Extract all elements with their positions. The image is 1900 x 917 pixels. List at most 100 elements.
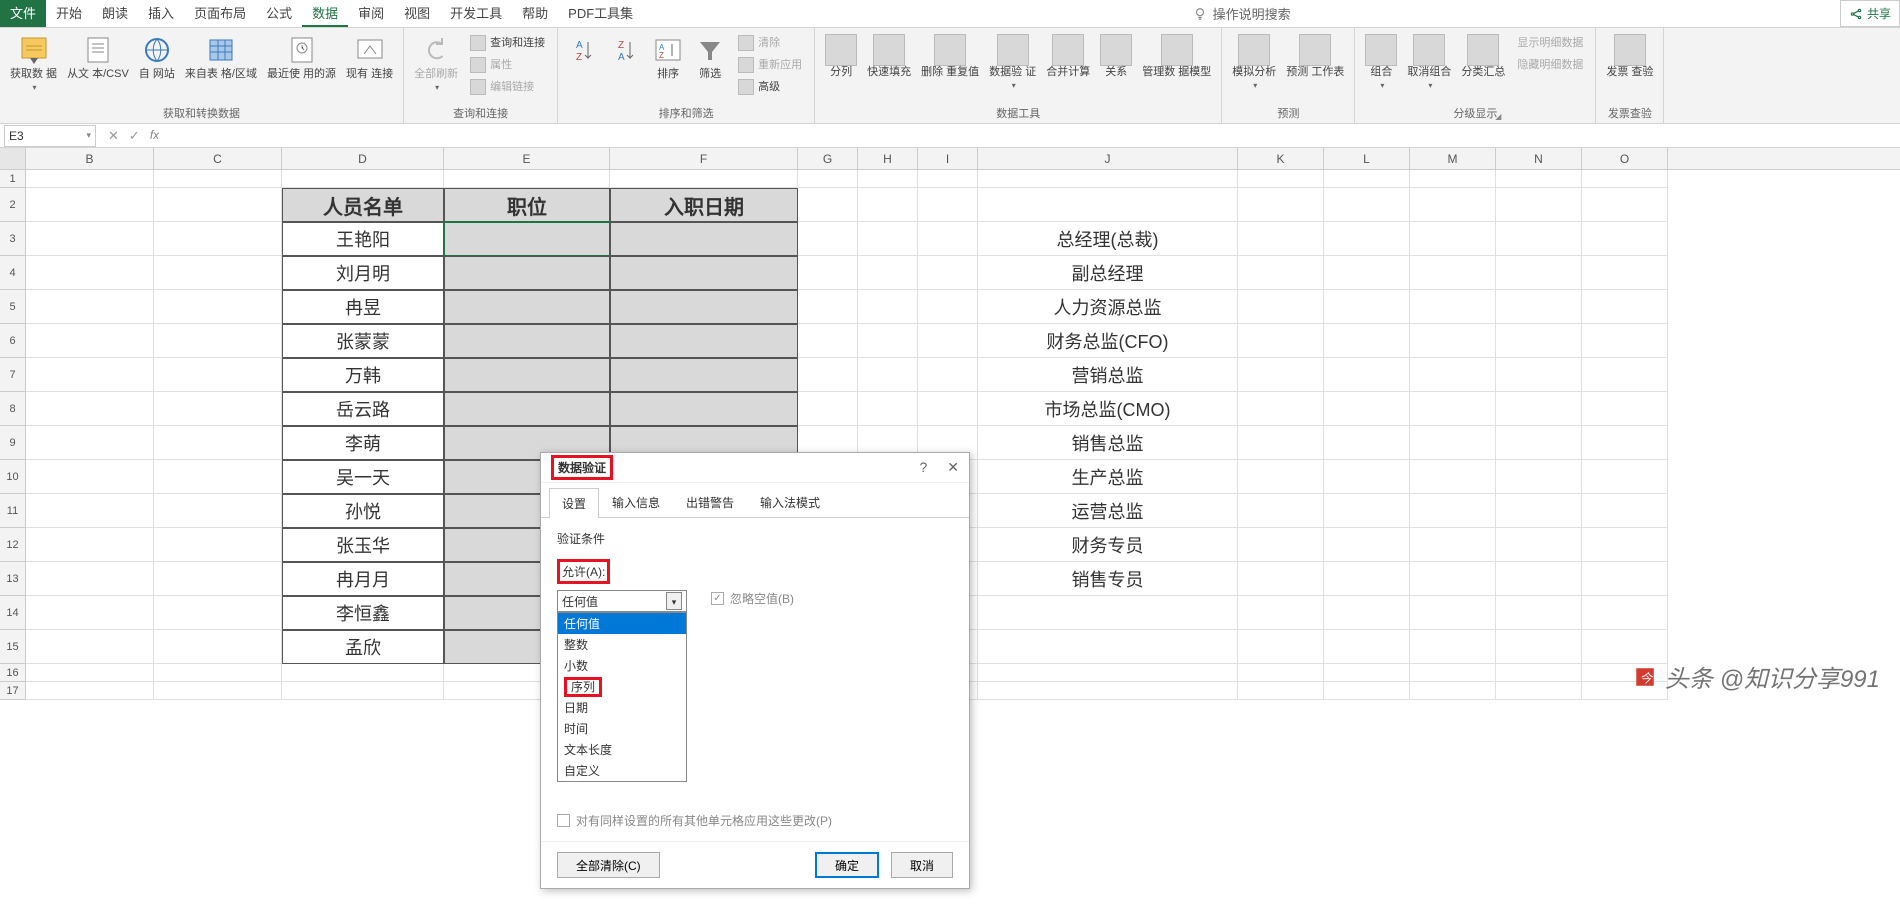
cell[interactable] <box>1496 324 1582 358</box>
cell[interactable] <box>610 392 798 426</box>
cell[interactable] <box>154 324 282 358</box>
from-web-btn[interactable]: 自 网站 <box>135 32 179 83</box>
cell[interactable] <box>444 222 610 256</box>
clear-all-button[interactable]: 全部清除(C) <box>557 852 660 878</box>
cell[interactable]: 生产总监 <box>978 460 1238 494</box>
cell[interactable] <box>1582 562 1668 596</box>
cell[interactable] <box>1324 358 1410 392</box>
opt-custom[interactable]: 自定义 <box>558 760 686 781</box>
cell[interactable] <box>1324 392 1410 426</box>
cell[interactable] <box>1324 682 1410 700</box>
row-header[interactable]: 13 <box>0 562 26 596</box>
cell[interactable]: 吴一天 <box>282 460 444 494</box>
cell[interactable] <box>1324 562 1410 596</box>
from-csv-btn[interactable]: 从文 本/CSV <box>63 32 133 83</box>
row-header[interactable]: 14 <box>0 596 26 630</box>
cell[interactable] <box>798 324 858 358</box>
cell[interactable] <box>282 664 444 682</box>
cancel-button[interactable]: 取消 <box>891 852 953 878</box>
cell[interactable] <box>1496 256 1582 290</box>
cell[interactable] <box>26 528 154 562</box>
cell[interactable] <box>1582 426 1668 460</box>
cell[interactable] <box>1238 664 1324 682</box>
cell[interactable] <box>978 596 1238 630</box>
invoice-btn[interactable]: 发票 查验 <box>1602 32 1657 81</box>
cell[interactable] <box>858 222 918 256</box>
col-M[interactable]: M <box>1410 148 1496 169</box>
edit-links-btn[interactable]: 编辑链接 <box>464 76 551 98</box>
menu-read[interactable]: 朗读 <box>92 0 138 27</box>
cell[interactable] <box>154 664 282 682</box>
cell[interactable] <box>1582 290 1668 324</box>
from-table-btn[interactable]: 来自表 格/区域 <box>181 32 261 83</box>
cell[interactable] <box>1410 596 1496 630</box>
text-to-cols-btn[interactable]: 分列 <box>821 32 861 81</box>
cell[interactable] <box>1324 494 1410 528</box>
cell[interactable] <box>1410 494 1496 528</box>
refresh-all-btn[interactable]: 全部刷新 <box>410 32 462 96</box>
row-header[interactable]: 1 <box>0 170 26 188</box>
subtotal-btn[interactable]: 分类汇总 <box>1457 32 1509 81</box>
opt-date[interactable]: 日期 <box>558 697 686 718</box>
cell[interactable] <box>1238 188 1324 222</box>
cell[interactable] <box>858 188 918 222</box>
cell[interactable] <box>978 664 1238 682</box>
cell[interactable] <box>1582 392 1668 426</box>
row-header[interactable]: 10 <box>0 460 26 494</box>
filter-btn[interactable]: 筛选 <box>690 32 730 83</box>
row-header[interactable]: 3 <box>0 222 26 256</box>
cell[interactable] <box>1324 664 1410 682</box>
cell[interactable]: 营销总监 <box>978 358 1238 392</box>
ignore-blank-check[interactable]: ✓忽略空值(B) <box>711 590 794 607</box>
cell[interactable]: 销售总监 <box>978 426 1238 460</box>
cell[interactable] <box>154 562 282 596</box>
menu-review[interactable]: 审阅 <box>348 0 394 27</box>
cell[interactable] <box>1496 596 1582 630</box>
cell[interactable] <box>154 392 282 426</box>
cell[interactable] <box>26 392 154 426</box>
cell[interactable] <box>1410 188 1496 222</box>
cell[interactable] <box>26 188 154 222</box>
col-O[interactable]: O <box>1582 148 1668 169</box>
advanced-filter-btn[interactable]: 高级 <box>732 76 808 98</box>
cell[interactable] <box>26 426 154 460</box>
cell[interactable] <box>1238 528 1324 562</box>
cell[interactable] <box>1324 426 1410 460</box>
col-C[interactable]: C <box>154 148 282 169</box>
cell[interactable] <box>154 682 282 700</box>
data-model-btn[interactable]: 管理数 据模型 <box>1138 32 1215 81</box>
cell[interactable] <box>1410 664 1496 682</box>
cell[interactable] <box>1410 324 1496 358</box>
accept-formula-icon[interactable]: ✓ <box>129 128 140 144</box>
cell[interactable] <box>444 392 610 426</box>
row-header[interactable]: 9 <box>0 426 26 460</box>
cell[interactable] <box>858 358 918 392</box>
cell[interactable]: 孟欣 <box>282 630 444 664</box>
cell[interactable] <box>154 494 282 528</box>
col-G[interactable]: G <box>798 148 858 169</box>
cell[interactable]: 总经理(总裁) <box>978 222 1238 256</box>
cell[interactable] <box>26 256 154 290</box>
cell[interactable] <box>1582 188 1668 222</box>
remove-dup-btn[interactable]: 删除 重复值 <box>917 32 983 81</box>
row-header[interactable]: 16 <box>0 664 26 682</box>
cell[interactable] <box>26 562 154 596</box>
cell[interactable] <box>1238 290 1324 324</box>
cell[interactable]: 销售专员 <box>978 562 1238 596</box>
row-header[interactable]: 7 <box>0 358 26 392</box>
get-data-btn[interactable]: 获取数 据 <box>6 32 61 96</box>
cell[interactable] <box>1238 562 1324 596</box>
opt-int[interactable]: 整数 <box>558 634 686 655</box>
cell[interactable] <box>798 222 858 256</box>
cell[interactable] <box>1238 630 1324 664</box>
cell[interactable] <box>154 170 282 188</box>
dialog-close-icon[interactable]: ✕ <box>947 459 959 476</box>
row-header[interactable]: 5 <box>0 290 26 324</box>
cell[interactable]: 副总经理 <box>978 256 1238 290</box>
cancel-formula-icon[interactable]: ✕ <box>108 128 119 144</box>
dialog-help-icon[interactable]: ? <box>919 459 927 476</box>
tab-settings[interactable]: 设置 <box>549 488 599 518</box>
cell[interactable] <box>610 170 798 188</box>
cell[interactable] <box>444 256 610 290</box>
cell[interactable] <box>1324 324 1410 358</box>
